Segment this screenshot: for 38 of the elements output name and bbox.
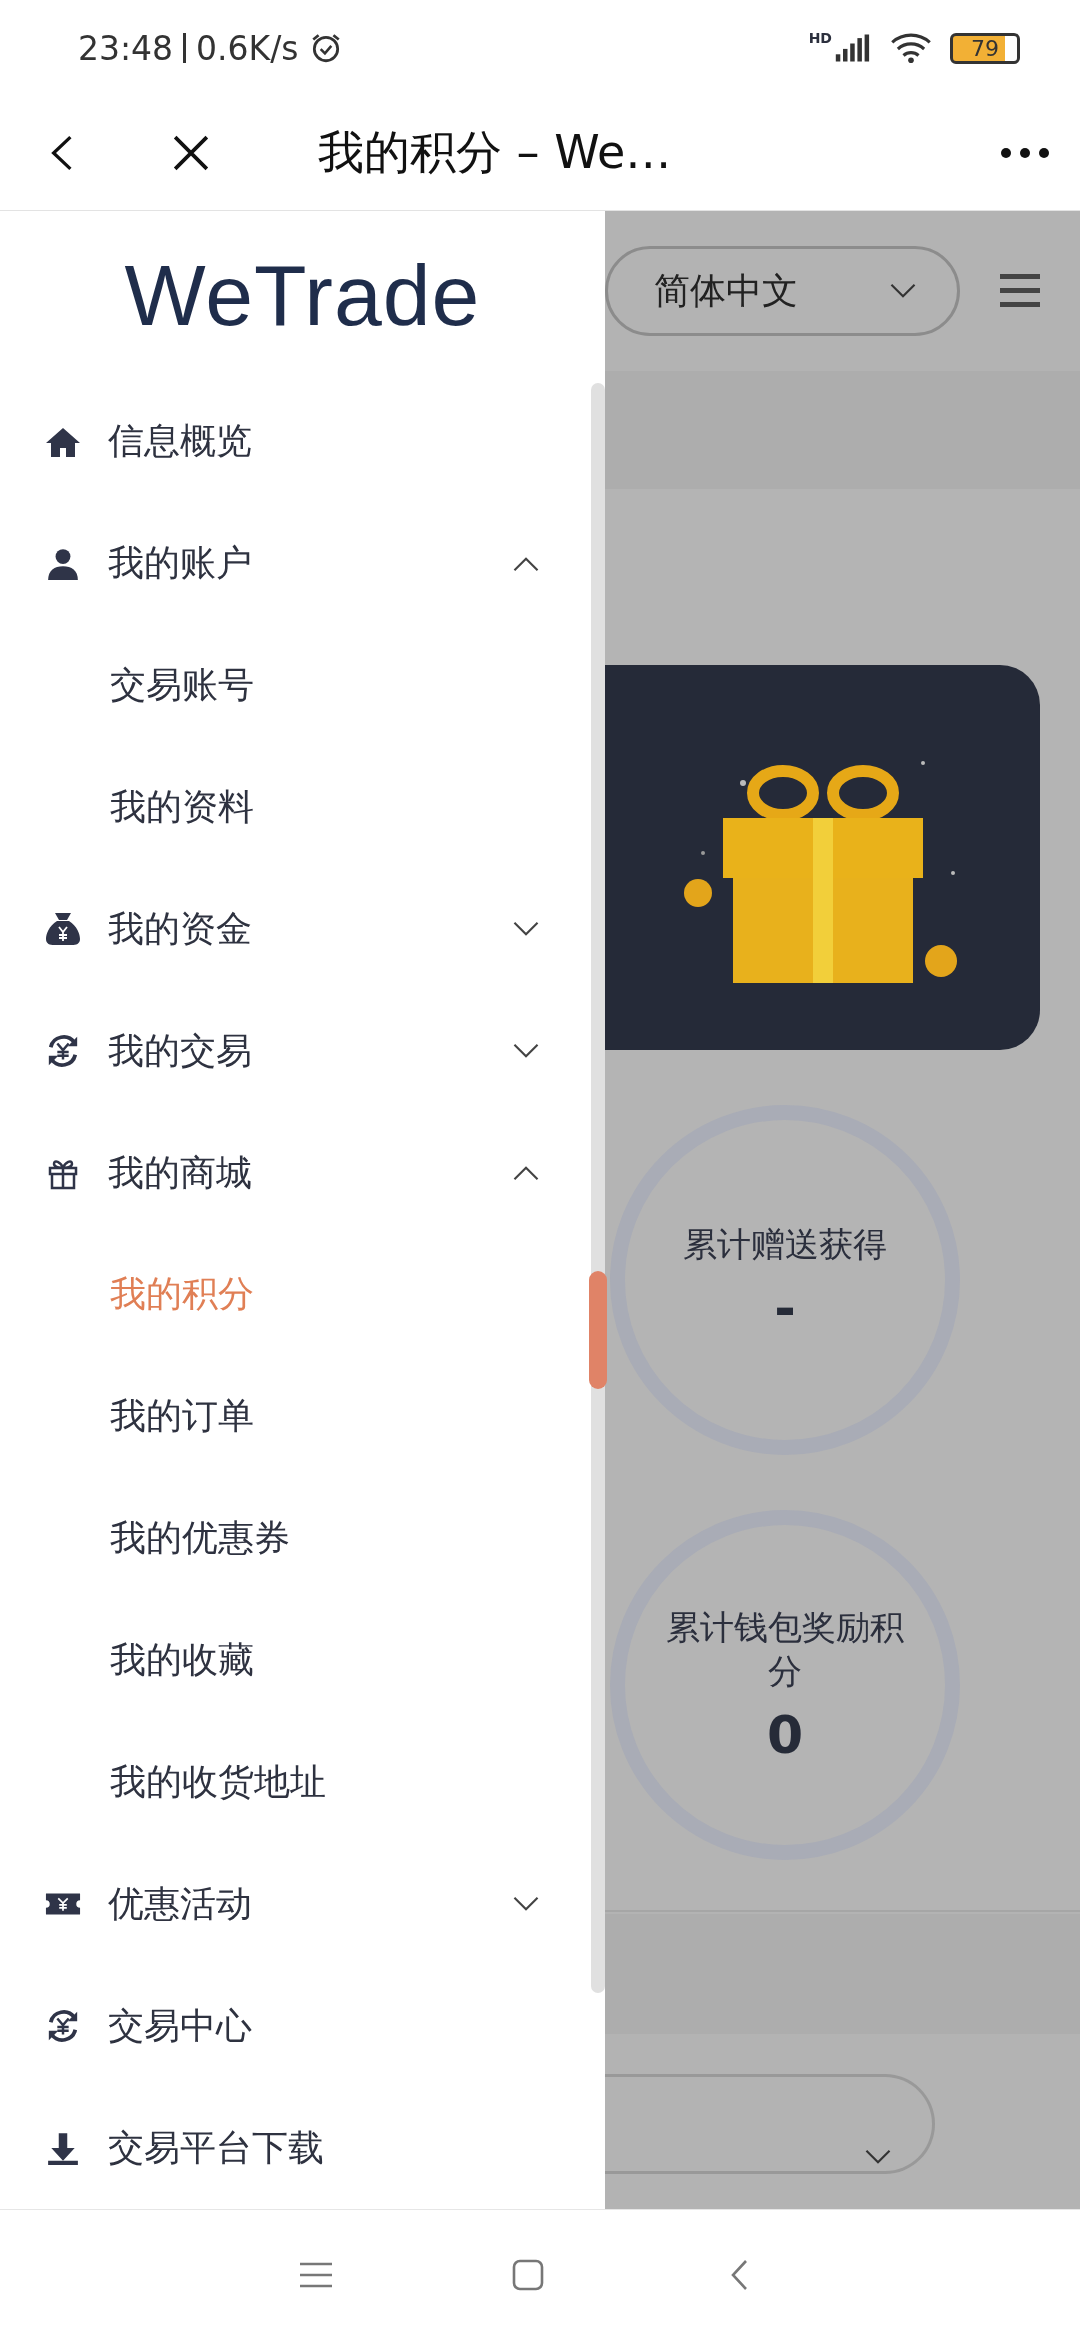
submenu-item[interactable]: 我的收藏 — [0, 1599, 274, 1722]
menu-item[interactable]: 我的商城 — [0, 1112, 580, 1234]
network-type: HD — [808, 30, 832, 46]
scrollbar-thumb[interactable] — [589, 1271, 607, 1389]
signal-icon — [834, 34, 870, 62]
submenu-item[interactable]: 我的资料 — [0, 746, 274, 869]
status-time: 23:48 — [78, 28, 174, 68]
menu-item[interactable]: 我的资金 — [0, 868, 580, 991]
language-select[interactable]: 简体中文 — [605, 246, 960, 336]
page-title: 我的积分 – We… — [318, 124, 673, 181]
logo: WeTrade — [124, 246, 481, 346]
stat-label: 累计赠送获得 — [683, 1222, 887, 1266]
close-icon[interactable] — [172, 134, 210, 172]
home-square-icon[interactable] — [512, 2259, 544, 2291]
menu-item[interactable]: 优惠活动 — [0, 1843, 580, 1966]
download-icon — [45, 2131, 81, 2165]
battery-indicator: 79 — [950, 32, 1020, 64]
menu-item[interactable]: 交易中心 — [0, 1965, 580, 2088]
stat-value: - — [774, 1278, 796, 1339]
person-icon — [45, 546, 81, 581]
wifi-icon — [890, 33, 932, 63]
submenu-item[interactable]: 交易账号 — [0, 624, 274, 747]
submenu-item[interactable]: 我的订单 — [0, 1355, 274, 1478]
submenu-item[interactable]: 我的优惠券 — [0, 1477, 310, 1600]
menu-item[interactable]: 我的交易 — [0, 990, 580, 1113]
chevron-down-icon — [864, 2149, 892, 2165]
network-speed: 0.6K/s — [196, 28, 299, 68]
select-field[interactable] — [605, 2074, 935, 2174]
menu-item[interactable]: 交易平台下载 — [0, 2087, 580, 2209]
menu-icon[interactable] — [1000, 274, 1040, 308]
money-bag-icon — [45, 912, 81, 947]
menu-item[interactable]: 信息概览 — [0, 380, 580, 503]
chevron-down-icon — [889, 283, 917, 299]
stat-label: 累计钱包奖励积分 — [665, 1605, 905, 1693]
menu-item[interactable]: 我的账户 — [0, 502, 580, 625]
submenu-item[interactable]: 我的收货地址 — [0, 1721, 346, 1844]
more-icon[interactable] — [1000, 147, 1050, 159]
stat-value: 0 — [766, 1705, 804, 1766]
